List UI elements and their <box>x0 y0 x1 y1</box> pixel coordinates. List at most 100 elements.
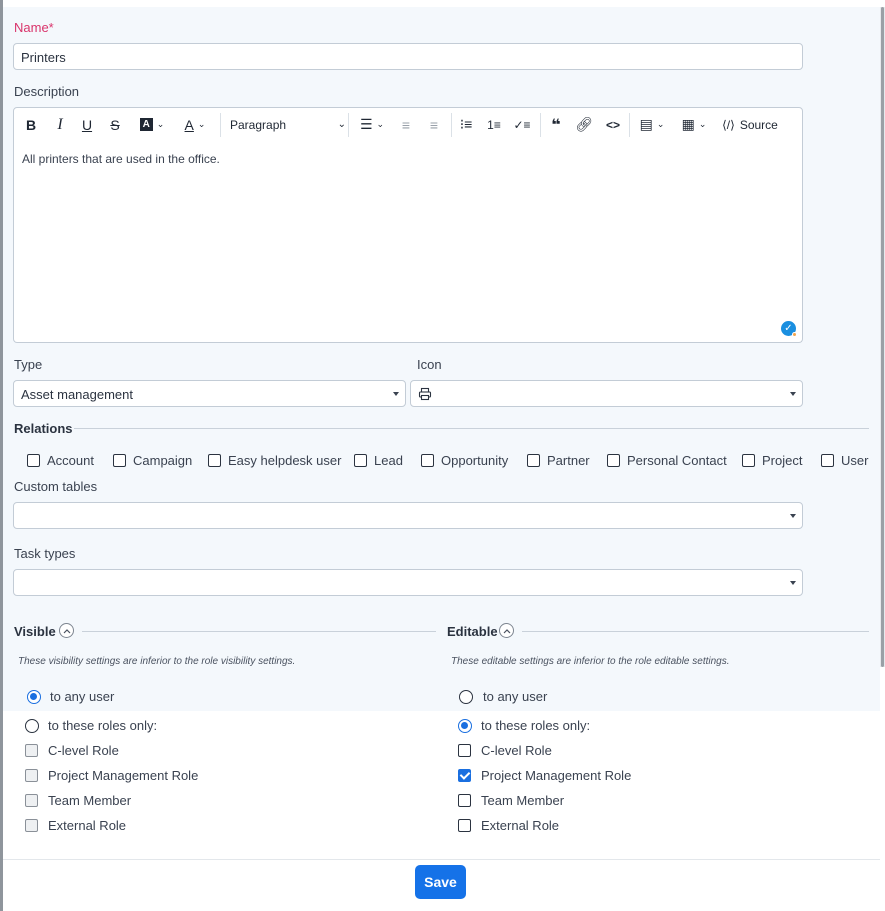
editable-role-label-project-management: Project Management Role <box>481 768 632 783</box>
source-label: Source <box>739 117 778 132</box>
table-icon: ▦ <box>681 116 695 132</box>
strikethrough-button[interactable]: S <box>106 108 124 141</box>
caret-down-icon <box>393 392 399 396</box>
description-editor[interactable]: All printers that are used in the office… <box>13 141 803 343</box>
source-button[interactable]: ⟨/⟩ Source <box>720 108 780 141</box>
relation-checkbox-campaign[interactable] <box>113 454 126 467</box>
relation-checkbox-easy-helpdesk-user[interactable] <box>208 454 221 467</box>
chevron-down-icon: ⌄ <box>337 119 346 130</box>
visible-role-label-team-member: Team Member <box>48 793 132 808</box>
visible-collapse-toggle[interactable] <box>59 623 74 638</box>
visible-role-checkbox-c-level[interactable] <box>25 744 38 757</box>
visible-role-checkbox-external[interactable] <box>25 819 38 832</box>
indent-icon: ≡ <box>429 116 439 133</box>
editable-note: These editable settings are inferior to … <box>451 656 730 667</box>
relation-label-account: Account <box>47 453 94 468</box>
custom-tables-select[interactable] <box>13 502 803 529</box>
insert-table-button[interactable]: ▦ ⌄ <box>676 108 712 141</box>
chevron-down-icon: ⌄ <box>376 119 385 129</box>
editable-radio-roles-only-label: to these roles only: <box>481 718 591 733</box>
editable-radio-roles-only[interactable] <box>458 719 472 733</box>
code-button[interactable]: <> <box>602 108 624 141</box>
chevron-down-icon: ⌄ <box>656 119 665 129</box>
blockquote-button[interactable]: ❝ <box>546 108 566 141</box>
editable-role-checkbox-external[interactable] <box>458 819 471 832</box>
status-dot <box>792 332 797 337</box>
editable-radio-any-user[interactable] <box>459 690 473 704</box>
visible-role-checkbox-project-management[interactable] <box>25 769 38 782</box>
icon-select[interactable] <box>410 380 803 407</box>
underline-button[interactable]: U <box>78 108 96 141</box>
highlight-icon: A <box>139 118 153 131</box>
numbered-list-button[interactable]: 1≡ <box>484 108 504 141</box>
chevron-up-icon <box>503 628 510 633</box>
font-background-color-button[interactable]: A ⌄ <box>135 108 169 141</box>
custom-tables-label: Custom tables <box>14 479 98 494</box>
editable-role-label-team-member: Team Member <box>481 793 565 808</box>
relation-checkbox-account[interactable] <box>27 454 40 467</box>
chevron-down-icon: ⌄ <box>156 119 165 129</box>
align-button[interactable]: ☰ ⌄ <box>354 108 390 141</box>
type-select[interactable]: Asset management <box>13 380 406 407</box>
indent-button[interactable]: ≡ <box>424 108 444 141</box>
relations-title: Relations <box>14 421 73 436</box>
font-color-button[interactable]: A ⌄ <box>178 108 212 141</box>
relation-checkbox-lead[interactable] <box>354 454 367 467</box>
insert-template-button[interactable]: ▤ ⌄ <box>634 108 670 141</box>
bulleted-list-button[interactable]: ⁝≡ <box>456 108 476 141</box>
relation-label-easy-helpdesk-user: Easy helpdesk user <box>228 453 342 468</box>
chevron-down-icon: ⌄ <box>698 119 707 129</box>
relation-checkbox-partner[interactable] <box>527 454 540 467</box>
todo-list-button[interactable]: ✓≡ <box>512 108 532 141</box>
visible-divider <box>82 631 436 632</box>
font-color-icon: A <box>184 116 194 133</box>
link-icon: 🔗︎ <box>575 116 593 132</box>
relation-checkbox-personal-contact[interactable] <box>607 454 620 467</box>
name-label: Name* <box>14 20 54 35</box>
visible-role-label-external: External Role <box>48 818 127 833</box>
editable-role-label-c-level: C-level Role <box>481 743 552 758</box>
relation-label-lead: Lead <box>374 453 403 468</box>
visible-role-checkbox-team-member[interactable] <box>25 794 38 807</box>
italic-button[interactable]: I <box>51 108 69 141</box>
toolbar-separator <box>220 113 221 137</box>
code-icon: <> <box>605 117 620 132</box>
relation-checkbox-user[interactable] <box>821 454 834 467</box>
outdent-icon: ≡ <box>401 116 411 133</box>
visible-radio-roles-only[interactable] <box>25 719 39 733</box>
source-icon: ⟨/⟩ <box>722 117 735 132</box>
editable-role-checkbox-team-member[interactable] <box>458 794 471 807</box>
relation-checkbox-opportunity[interactable] <box>421 454 434 467</box>
numbered-list-icon: 1≡ <box>487 117 501 132</box>
toolbar-separator <box>540 113 541 137</box>
relation-label-user: User <box>841 453 869 468</box>
grammar-check-icon[interactable]: ✓ <box>781 321 797 337</box>
chevron-down-icon: ⌄ <box>197 119 206 129</box>
relations-divider <box>74 428 869 429</box>
outdent-button[interactable]: ≡ <box>396 108 416 141</box>
toolbar-separator <box>629 113 630 137</box>
description-text: All printers that are used in the office… <box>22 152 220 166</box>
editable-role-checkbox-c-level[interactable] <box>458 744 471 757</box>
name-input[interactable]: Printers <box>13 43 803 70</box>
paragraph-dropdown[interactable]: Paragraph ⌄ <box>228 108 348 141</box>
todo-list-icon: ✓≡ <box>513 117 531 132</box>
scrollbar-thumb[interactable] <box>881 7 884 667</box>
quote-icon: ❝ <box>551 116 561 134</box>
relation-checkbox-project[interactable] <box>742 454 755 467</box>
bold-button[interactable]: B <box>22 108 40 141</box>
editable-collapse-toggle[interactable] <box>499 623 514 638</box>
editor-toolbar: B I U S A ⌄ A ⌄ Paragraph ⌄ ☰ ⌄ ≡ ≡ ⁝≡ 1≡ ✓≡… <box>13 107 803 142</box>
chevron-up-icon <box>63 628 70 633</box>
icon-label: Icon <box>417 357 442 372</box>
visible-note: These visibility settings are inferior t… <box>18 656 296 667</box>
editable-divider <box>522 631 869 632</box>
editable-role-checkbox-project-management[interactable] <box>458 769 471 782</box>
link-button[interactable]: 🔗︎ <box>574 108 594 141</box>
relation-label-project: Project <box>762 453 803 468</box>
scrollbar[interactable] <box>880 7 885 667</box>
save-button[interactable]: Save <box>415 865 466 899</box>
visible-radio-any-user[interactable] <box>27 690 41 704</box>
task-types-select[interactable] <box>13 569 803 596</box>
caret-down-icon <box>790 581 796 585</box>
